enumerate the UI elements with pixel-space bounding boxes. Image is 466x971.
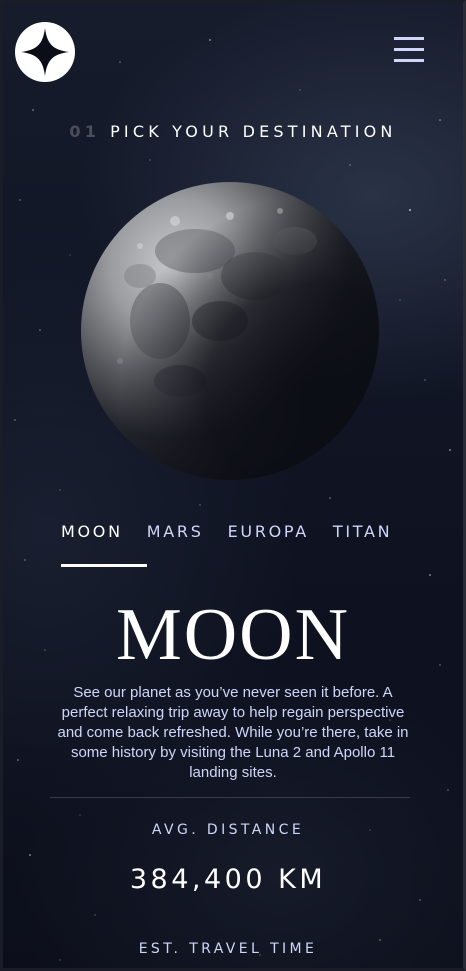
menu-bar <box>394 37 424 40</box>
avg-distance-value: 384,400 KM <box>129 864 327 895</box>
travel-time-label: EST. TRAVEL TIME <box>138 941 318 957</box>
logo-icon[interactable] <box>15 22 75 82</box>
moon-image <box>81 182 379 480</box>
destination-tabs: MOON MARS EUROPA TITAN <box>61 522 392 541</box>
page-heading: 01 PICK YOUR DESTINATION <box>0 122 466 141</box>
destination-description: See our planet as you’ve never seen it b… <box>57 684 409 781</box>
active-tab-indicator <box>61 564 147 567</box>
menu-bar <box>394 59 424 62</box>
tab-titan[interactable]: TITAN <box>333 522 392 541</box>
menu-bar <box>394 48 424 51</box>
page-heading-number: 01 <box>69 122 101 141</box>
four-point-star-icon <box>21 28 69 76</box>
page-heading-title: PICK YOUR DESTINATION <box>110 122 397 141</box>
destination-name: MOON <box>115 594 351 676</box>
tab-mars[interactable]: MARS <box>147 522 204 541</box>
tab-moon[interactable]: MOON <box>61 522 123 541</box>
hamburger-menu-icon[interactable] <box>394 37 424 63</box>
tab-europa[interactable]: EUROPA <box>228 522 309 541</box>
divider <box>50 797 410 798</box>
avg-distance-label: AVG. DISTANCE <box>151 822 305 838</box>
